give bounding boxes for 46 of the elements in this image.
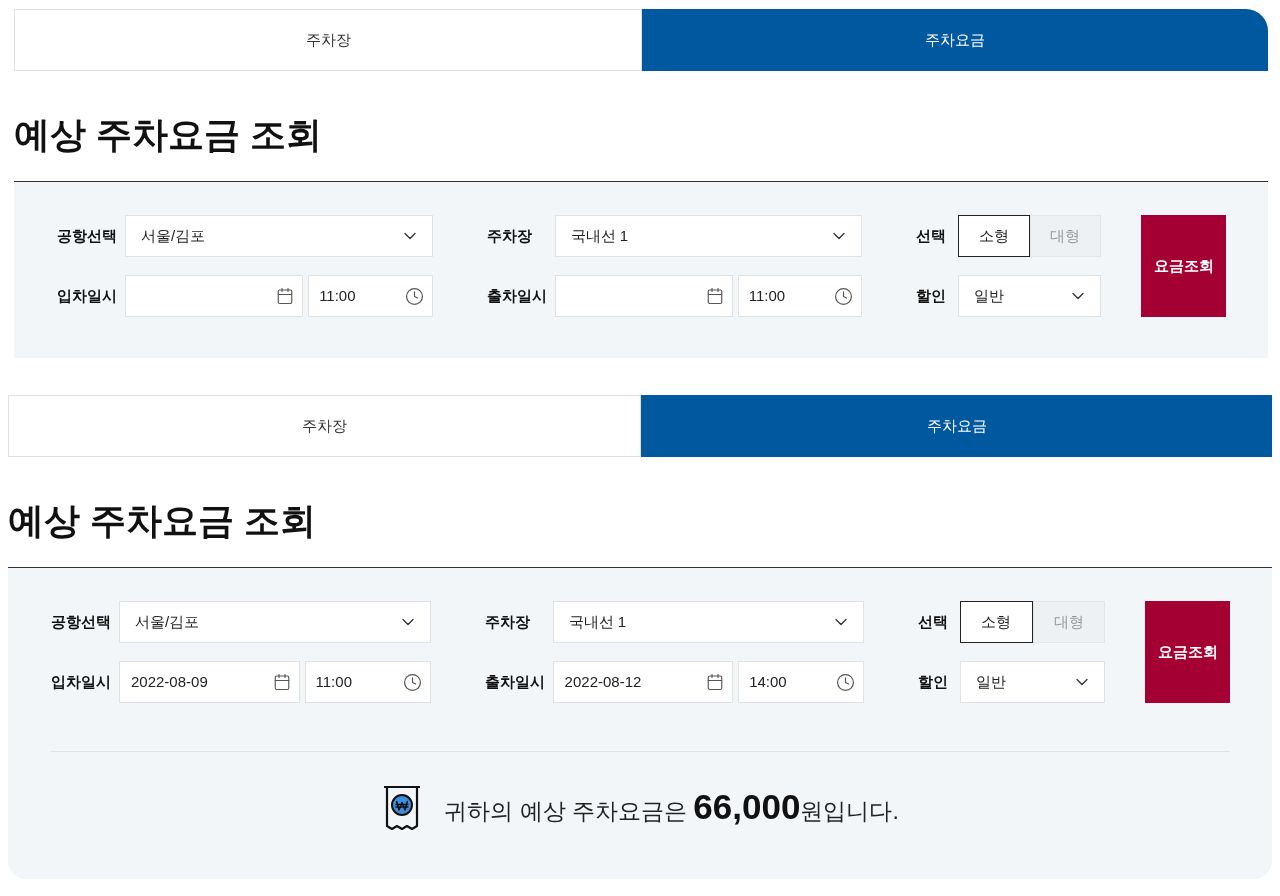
time-field[interactable]: 11:00 [304,661,431,703]
tab[interactable]: 주차장 [8,395,641,457]
field-label: 주차장 [486,225,533,246]
clock-icon [404,286,424,306]
page-title: 예상 주차요금 조회 [8,499,317,543]
time-field[interactable]: 11:00 [308,275,433,317]
field-label: 선택 [916,225,948,246]
segment-option[interactable]: 소형 [958,215,1030,257]
clock-icon [836,672,856,692]
search-fee-button[interactable]: 요금조회 [1141,215,1226,317]
field-label: 출차일시 [484,671,546,692]
date-field[interactable] [554,275,733,317]
tab[interactable]: 주차장 [14,9,642,71]
date-field[interactable]: 2022-08-09 [119,661,300,703]
field-label: 입차일시 [57,285,118,306]
field-label: 할인 [916,285,948,306]
segment-option[interactable]: 소형 [960,601,1033,643]
select-field[interactable]: 일반 [960,661,1105,703]
calendar-icon [705,287,724,305]
select-field[interactable]: 국내선 1 [554,215,863,257]
tab[interactable]: 주차요금 [642,9,1268,71]
field-label: 할인 [918,671,950,692]
field-label: 선택 [918,611,950,632]
page-title: 예상 주차요금 조회 [14,113,323,157]
field-label: 입차일시 [51,671,112,692]
field-label: 공항선택 [51,611,112,632]
estimated-fee-text: 귀하의 예상 주차요금은 66,000원입니다. [444,786,899,829]
calendar-icon [706,673,725,691]
time-field[interactable]: 11:00 [737,275,863,317]
select-field[interactable]: 국내선 1 [552,601,865,643]
tab[interactable]: 주차요금 [641,395,1272,457]
clock-icon [834,286,854,306]
field-label: 공항선택 [57,225,118,246]
date-field[interactable]: 2022-08-12 [552,661,734,703]
select-field[interactable]: 서울/김포 [119,601,431,643]
calendar-icon [272,673,291,691]
field-label: 주차장 [484,611,531,632]
search-fee-button[interactable]: 요금조회 [1145,601,1230,703]
select-field[interactable]: 서울/김포 [125,215,433,257]
clock-icon [402,672,422,692]
receipt-won-icon [382,784,423,831]
date-field[interactable] [125,275,304,317]
select-field[interactable]: 일반 [958,275,1101,317]
calendar-icon [276,287,295,305]
time-field[interactable]: 14:00 [738,661,865,703]
field-label: 출차일시 [486,285,548,306]
